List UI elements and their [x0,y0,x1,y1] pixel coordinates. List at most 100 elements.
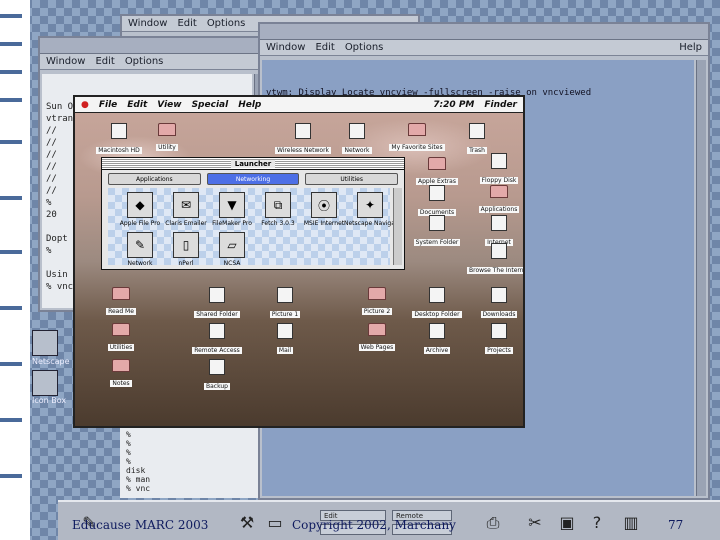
printer-icon[interactable]: ⎙ [482,512,504,534]
desktop-icon-label: Network [342,147,372,154]
desktop-icon[interactable]: Floppy Disk [467,153,523,188]
desktop-icon[interactable]: Desktop Folder [405,287,469,322]
desktop-icon-label: Downloads [480,311,518,318]
launcher-item[interactable]: ▯ nPerl [160,232,212,267]
desktop-icon-label: Wireless Network [274,147,332,154]
desktop-icon[interactable]: Projects [467,323,523,358]
help-icon[interactable]: ? [586,512,608,534]
mac-menu-view[interactable]: View [157,100,181,110]
launcher-item[interactable]: ✎ Network [114,232,166,267]
launcher-title: Launcher [230,160,276,168]
launcher-item[interactable]: ✦ Netscape Navigator [344,192,396,227]
launcher-tab-applications[interactable]: Applications [108,173,201,185]
launcher-tab-networking[interactable]: Networking [206,173,300,185]
folder-icon [490,185,508,198]
desktop-icon-label: Apple Extras [416,178,458,185]
launcher-item-label: NCSA [223,260,241,267]
desktop-icon[interactable]: Picture 1 [253,287,317,322]
mac-menu-special[interactable]: Special [192,100,229,110]
desktop-icon[interactable]: Picture 2 [345,287,409,319]
apple-menu-icon[interactable]: ● [81,100,89,110]
desktop-icon[interactable]: Web Pages [345,323,409,355]
footer-copyright: Copyright 2002, Marchany [292,518,456,532]
terminal-line: % vnc [126,484,151,493]
desktop-icon-label: Remote Access [192,347,242,354]
menu-help[interactable]: Help [679,42,702,53]
desktop-icon[interactable]: Notes [89,359,153,391]
launcher-item-label: Claris Emailer [165,220,207,227]
scissors-icon[interactable]: ✂ [524,512,546,534]
desktop-icon-label: Web Pages [358,344,396,351]
mac-menu-help[interactable]: Help [238,100,261,110]
desktop-icon[interactable]: Network [325,123,389,158]
app-icon: ✉ [173,192,199,218]
menu-window[interactable]: Window [46,56,85,67]
launcher-item-label: FileMaker Pro [212,220,252,227]
netscape-icon[interactable] [32,330,58,356]
slide-bar [0,474,22,478]
terminal-bottom-output[interactable]: %%%% disk% man% vnc [120,428,258,498]
desktop-icon[interactable]: Applications [467,185,523,217]
launcher-item[interactable]: ▱ NCSA [206,232,258,267]
xterm-left-titlebar[interactable] [40,38,266,54]
xterm-right-scrollbar[interactable] [696,60,706,496]
menu-options[interactable]: Options [345,42,384,53]
launcher-item[interactable]: ⧉ Fetch 3.0.3 [252,192,304,227]
desktop-icon-label: My Favorite Sites [389,144,445,151]
launcher-item[interactable]: ◆ Apple File Pro [114,192,166,227]
menu-window[interactable]: Window [266,42,305,53]
trash-icon[interactable]: ▥ [620,512,642,534]
desktop-icon-label: Picture 1 [269,311,301,318]
desktop-icon-label: Utilities [107,344,135,351]
desktop-icon-label: Browse The Internet [467,267,523,274]
document-icon [429,185,445,201]
printer-icon[interactable]: ▭ [264,512,286,534]
xterm-right-titlebar[interactable] [260,24,708,40]
launcher-titlebar[interactable]: Launcher [102,158,404,170]
menu-options[interactable]: Options [125,56,164,67]
desktop-icon[interactable]: Archive [405,323,469,358]
disk-icon[interactable]: ▣ [556,512,578,534]
mac-app-menu[interactable]: Finder [484,100,517,110]
menu-window[interactable]: Window [128,18,167,29]
launcher-scrollbar[interactable] [393,188,402,265]
desktop-icon[interactable]: Utility [135,123,199,155]
desktop-icon[interactable]: Mail [253,323,317,358]
mac-clock: 7:20 PM [433,99,475,110]
launcher-item[interactable]: ▼ FileMaker Pro [206,192,258,227]
desktop-icon-label: Desktop Folder [412,311,462,318]
document-icon [469,123,485,139]
mac-menubar: ● File Edit View Special Help 7:20 PM Fi… [75,97,523,113]
mac-menu-edit[interactable]: Edit [127,100,147,110]
menu-options[interactable]: Options [207,18,246,29]
desktop-icon-label: Read Me [106,308,136,315]
desktop-icon[interactable]: My Favorite Sites [385,123,449,155]
launcher-tab-utilities[interactable]: Utilities [305,173,399,185]
document-icon [491,287,507,303]
desktop-icon[interactable]: Backup [185,359,249,394]
desktop-icon[interactable]: System Folder [405,215,469,250]
launcher-item[interactable]: ✉ Claris Emailer [160,192,212,227]
document-icon [491,215,507,231]
wrench-icon[interactable]: ⚒ [236,512,258,534]
desktop-icon[interactable]: Read Me [89,287,153,319]
menu-edit[interactable]: Edit [177,18,196,29]
desktop-icon[interactable]: Remote Access [185,323,249,358]
document-icon [349,123,365,139]
launcher-window[interactable]: Launcher Applications Networking Utiliti… [101,157,405,270]
launcher-item-grid: ◆ Apple File Pro ✉ Claris Emailer ▼ FileMaker… [108,188,396,267]
mac-remote-desktop[interactable]: ● File Edit View Special Help 7:20 PM Fi… [73,95,525,428]
desktop-icon[interactable]: Browse The Internet [467,243,523,278]
launcher-item-label: Apple File Pro [119,220,161,227]
desktop-icon[interactable]: Downloads [467,287,523,322]
terminal-lines: %%%% disk% man% vnc [126,430,252,493]
menu-edit[interactable]: Edit [315,42,334,53]
launcher-item[interactable]: ⦿ MSIE Internet [298,192,350,227]
monitor-icon[interactable] [32,370,58,396]
desktop-icon[interactable]: Utilities [89,323,153,355]
menu-edit[interactable]: Edit [95,56,114,67]
app-icon: ⦿ [311,192,337,218]
mac-menu-file[interactable]: File [99,100,117,110]
footer-event: Educause MARC 2003 [72,518,209,532]
desktop-icon[interactable]: Shared Folder [185,287,249,322]
